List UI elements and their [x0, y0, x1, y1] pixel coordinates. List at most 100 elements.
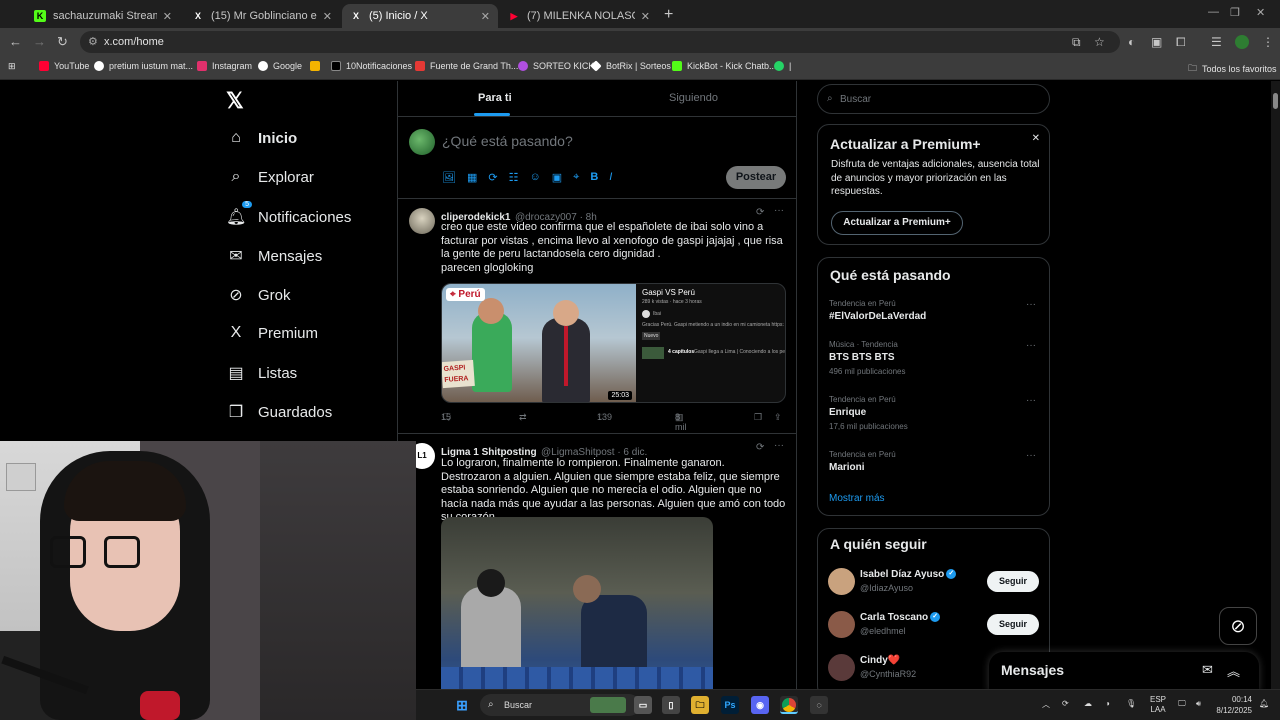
media-icon[interactable]: ☰ — [1211, 35, 1222, 49]
chevron-up-icon[interactable]: ︿ — [1042, 699, 1050, 710]
share-icon[interactable]: ⇪ — [774, 412, 782, 423]
browser-tab[interactable]: ▶ (7) MILENKA NOLASCO VS 100 ✕ — [500, 4, 658, 28]
star-icon[interactable]: ☆ — [1094, 35, 1105, 49]
bookmark-icon[interactable]: ❒ — [754, 412, 762, 423]
more-icon[interactable]: ··· — [1026, 395, 1036, 406]
browser-tab[interactable]: K sachauzumaki Stream - Watch Live ✕ — [26, 4, 180, 28]
clock[interactable]: 00:14 8/12/2025 — [1214, 694, 1252, 716]
bookmark-instagram[interactable]: Instagram — [197, 61, 252, 71]
nav-item-premium[interactable]: X Premium — [226, 324, 318, 342]
photoshop-icon[interactable]: Ps — [721, 696, 739, 714]
tray-icon[interactable]: ⟳ — [1062, 699, 1069, 708]
post-button[interactable]: Postear — [726, 166, 786, 189]
more-icon[interactable]: ··· — [1026, 450, 1036, 461]
back-icon[interactable]: ← — [9, 34, 22, 49]
emoji-icon[interactable]: ☺ — [529, 171, 540, 184]
new-message-icon[interactable]: ✉ — [1202, 662, 1213, 678]
follow-item[interactable]: Isabel Díaz Ayuso ✓ @IdiazAyuso Seguir — [828, 567, 1043, 597]
poll-icon[interactable]: ☷ — [509, 171, 519, 184]
bookmark-item[interactable]: SORTEO KICK — [518, 61, 594, 71]
microphone-icon[interactable]: 🎙︎ — [1126, 699, 1136, 708]
browser-tab-active[interactable]: X (5) Inicio / X ✕ — [342, 4, 498, 28]
trend-item[interactable]: Tendencia en Perú Marioni ··· — [829, 450, 1044, 473]
profile-avatar[interactable] — [1235, 35, 1249, 49]
messages-drawer[interactable]: Mensajes ✉ ︽ — [989, 652, 1259, 692]
follow-button[interactable]: Seguir — [987, 571, 1039, 592]
file-explorer-icon[interactable]: 🗀︎ — [691, 696, 709, 714]
puzzle-icon[interactable]: ⧠ — [1176, 35, 1186, 50]
more-icon[interactable]: ··· — [774, 440, 784, 451]
tab-para-ti[interactable]: Para ti — [478, 92, 512, 104]
nav-item-inicio[interactable]: ⌂ Inicio — [226, 129, 297, 147]
reload-icon[interactable]: ↻ — [57, 34, 68, 50]
nav-item-notificaciones[interactable]: 🔔︎ 5 Notificaciones — [226, 201, 351, 227]
nav-item-explorar[interactable]: ⌕ Explorar — [226, 168, 314, 186]
install-app-icon[interactable]: ⧉ — [1072, 35, 1081, 50]
follow-item[interactable]: Carla Toscano ✓ @eledhmel Seguir — [828, 610, 1043, 640]
cloud-icon[interactable]: ☁ — [1084, 699, 1092, 708]
site-info-icon[interactable]: ⚙ — [88, 35, 98, 48]
avatar[interactable] — [828, 568, 855, 595]
premium-button[interactable]: Actualizar a Premium+ — [831, 211, 963, 235]
bookmark-item[interactable]: KickBot - Kick Chatb... — [672, 61, 777, 71]
nav-item-guardados[interactable]: ❒ Guardados — [226, 402, 332, 422]
bookmark-item[interactable]: | — [774, 61, 791, 71]
follow-button[interactable]: Seguir — [987, 614, 1039, 635]
location-icon[interactable]: ⌖ — [573, 171, 579, 184]
more-icon[interactable]: ··· — [1026, 340, 1036, 351]
close-tab-icon[interactable]: ✕ — [641, 10, 650, 23]
all-bookmarks[interactable]: 🗀︎ Todos los favoritos — [1188, 61, 1277, 77]
tray-icon[interactable]: ◑ — [1105, 699, 1110, 708]
tab-siguiendo[interactable]: Siguiendo — [669, 92, 718, 104]
schedule-icon[interactable]: ▣ — [552, 171, 562, 184]
tweet[interactable]: cliperodekick1 @drocazy007 · 8h ⟳ ··· cr… — [398, 199, 796, 434]
network-icon[interactable]: 🖵︎ — [1178, 699, 1186, 709]
chrome-icon[interactable] — [780, 696, 798, 714]
avatar[interactable] — [828, 654, 855, 681]
show-more-link[interactable]: Mostrar más — [829, 493, 885, 504]
apps-icon[interactable]: ⊞ — [8, 61, 16, 72]
nav-item-listas[interactable]: ▤ Listas — [226, 363, 297, 383]
task-view-icon[interactable]: ▭ — [634, 696, 652, 714]
scrollbar-thumb[interactable] — [1273, 93, 1278, 109]
close-tab-icon[interactable]: ✕ — [163, 10, 172, 23]
avatar[interactable] — [828, 611, 855, 638]
avatar[interactable] — [409, 208, 435, 234]
close-tab-icon[interactable]: ✕ — [481, 10, 490, 23]
more-icon[interactable]: ··· — [1026, 299, 1036, 310]
forward-icon[interactable]: → — [33, 34, 46, 49]
more-icon[interactable]: ··· — [774, 205, 784, 216]
app-icon[interactable]: ▯ — [662, 696, 680, 714]
x-logo-icon[interactable]: 𝕏 — [226, 88, 244, 114]
app-icon[interactable]: ◌ — [810, 696, 828, 714]
nav-item-grok[interactable]: ⊘ Grok — [226, 285, 290, 305]
bookmark-google[interactable]: Google — [258, 61, 302, 71]
grok-icon[interactable]: ⟳ — [756, 442, 764, 453]
notification-icon[interactable]: 🔔︎ — [1259, 699, 1269, 708]
tweet-media[interactable]: ⌖ Perú GASPI FUERA 25:03 Gaspi VS Perú 28… — [441, 283, 786, 403]
minimize-icon[interactable]: — — [1208, 6, 1219, 18]
italic-icon[interactable]: I — [609, 171, 612, 184]
address-bar[interactable]: ⚙ x.com/home — [80, 31, 1120, 53]
scrollbar[interactable] — [1271, 81, 1280, 689]
trend-item[interactable]: Tendencia en Perú #ElValorDeLaVerdad ··· — [829, 299, 1044, 322]
chevron-up-icon[interactable]: ︽ — [1227, 661, 1240, 680]
avatar[interactable] — [409, 129, 435, 155]
compose-input[interactable]: ¿Qué está pasando? — [442, 133, 573, 149]
extension-icon[interactable]: ▣ — [1151, 35, 1162, 49]
bookmark-item[interactable]: Fuente de Grand Th... — [415, 61, 518, 71]
close-tab-icon[interactable]: ✕ — [323, 10, 332, 23]
menu-icon[interactable]: ⋮ — [1262, 35, 1274, 49]
new-tab-button[interactable]: + — [664, 6, 673, 24]
grok-icon[interactable]: ⊘ — [1219, 607, 1257, 645]
trend-item[interactable]: Música · Tendencia BTS BTS BTS 496 mil p… — [829, 340, 1044, 376]
close-icon[interactable]: ✕ — [1032, 133, 1040, 144]
repost-icon[interactable]: ⇄ — [519, 412, 527, 423]
bookmark-item[interactable]: BotRix | Sorteos — [590, 60, 671, 72]
discord-icon[interactable]: ◉ — [751, 696, 769, 714]
image-icon[interactable]: 🖼︎ — [442, 171, 456, 184]
gif-icon[interactable]: ▦ — [467, 171, 477, 184]
bookmark-item[interactable]: pretium iustum mat... — [94, 61, 193, 71]
tweet[interactable]: L1 Ligma 1 Shitposting @LigmaShitpost · … — [398, 434, 796, 701]
restore-icon[interactable]: ❐ — [1230, 6, 1240, 19]
